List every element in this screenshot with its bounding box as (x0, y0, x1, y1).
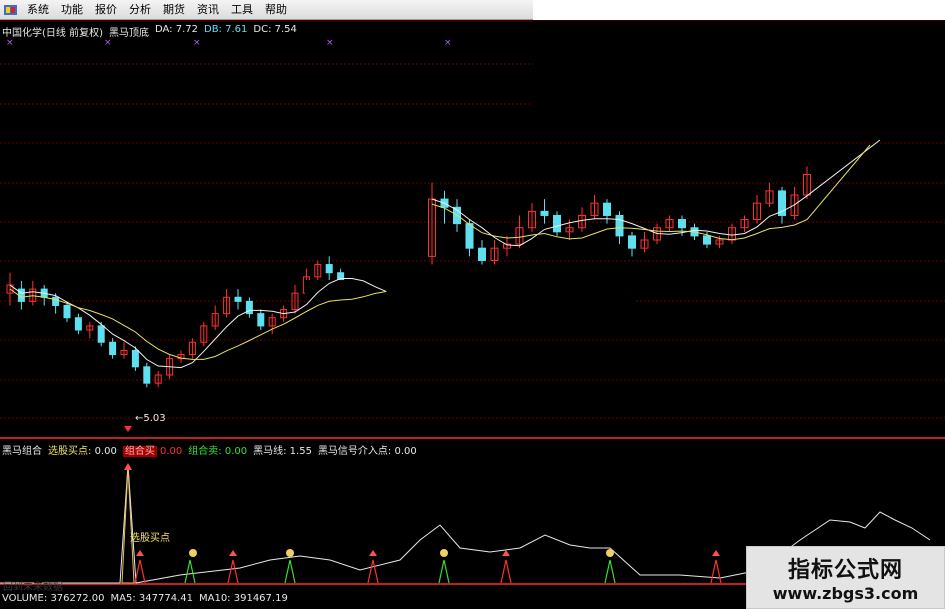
buy-signal-marker (134, 559, 146, 584)
indicator-panel-name: 黑马组合 (2, 446, 42, 457)
indicator-name: 黑马顶底 (108, 28, 149, 39)
signal-entry-value: 0.00 (394, 446, 417, 457)
occlusion-block (533, 21, 945, 141)
watermark: 指标公式网 www.zbgs3.com (746, 546, 945, 609)
occlusion-block (305, 280, 635, 328)
candle-body (603, 202, 611, 216)
coin-marker-icon (606, 549, 614, 557)
buy-point-value: 0.00 (94, 446, 117, 457)
low-price-label: ←5.03 (135, 413, 166, 424)
candle-body (478, 247, 486, 261)
buy-signal-marker (367, 559, 379, 584)
ma10-value: 391467.19 (233, 593, 288, 604)
volume-value: 376272.00 (50, 593, 105, 604)
coin-marker-icon (440, 549, 448, 557)
stock-title: 中国化学(日线 前复权) (2, 28, 103, 39)
candle-body (234, 296, 242, 302)
up-arrow-icon (124, 426, 132, 432)
ma5-value: 347774.41 (138, 593, 193, 604)
ma10-label: MA10: (198, 593, 231, 604)
up-arrow-icon (502, 550, 510, 556)
candle-body (553, 214, 561, 233)
dc-label: DC: (253, 24, 272, 35)
db-label: DB: (204, 24, 222, 35)
da-value: 7.72 (175, 24, 198, 35)
candle-body (131, 349, 139, 368)
sell-signal-marker (438, 559, 450, 584)
cross-marker-icon: × (444, 38, 452, 48)
cross-marker-icon: × (193, 38, 201, 48)
watermark-url: www.zbgs3.com (772, 584, 919, 603)
candle-body (540, 210, 549, 216)
db-value: 7.61 (225, 24, 248, 35)
black-horse-line-value: 1.55 (289, 446, 312, 457)
cross-marker-icon: × (104, 38, 112, 48)
watermark-title: 指标公式网 (787, 558, 903, 583)
candle-body (325, 264, 333, 274)
up-arrow-icon (369, 550, 377, 556)
candle-body (615, 214, 624, 237)
combo-sell-value: 0.00 (224, 446, 248, 457)
candle-body (52, 296, 60, 306)
volume-header: VOLUME: 376272.00 MA5: 347774.41 MA10: 3… (2, 593, 288, 604)
buy-signal-marker (710, 559, 722, 584)
black-horse-line-label: 黑马线: (253, 446, 287, 457)
sell-signal-marker (284, 559, 296, 584)
candle-series (6, 21, 945, 388)
candle-body (97, 325, 105, 343)
ma5-label: MA5: (110, 593, 136, 604)
buy-signal-marker (227, 559, 239, 584)
stock-chart[interactable]: × × × × × (0, 0, 945, 609)
signal-markers: × × × × × (6, 38, 452, 432)
sell-signal-marker (184, 559, 196, 584)
candle-body (465, 223, 474, 249)
candle-body (63, 304, 71, 319)
buy-point-annotation: 选股买点 (130, 533, 170, 544)
up-arrow-icon (712, 550, 720, 556)
dc-value: 7.54 (274, 24, 297, 35)
candle-body (628, 235, 636, 249)
ma-short-line (431, 139, 881, 247)
coin-marker-icon (286, 549, 294, 557)
buy-point-label: 选股买点: (48, 446, 92, 457)
faded-text: 回到未来数据 (3, 582, 63, 593)
candle-body (143, 366, 151, 384)
up-arrow-icon (136, 550, 144, 556)
combo-buy-label: 组合买 (122, 446, 157, 457)
ma-long-line (431, 144, 871, 241)
da-label: DA: (154, 24, 173, 35)
up-arrow-icon (229, 550, 237, 556)
combo-sell-label: 组合卖: (188, 446, 222, 457)
candle-body (678, 219, 686, 229)
volume-label: VOLUME: (2, 593, 48, 604)
coin-marker-icon (189, 549, 197, 557)
combo-buy-value: 0.00 (160, 446, 183, 457)
cross-marker-icon: × (326, 38, 334, 48)
candle-body (703, 235, 711, 245)
cross-marker-icon: × (6, 38, 14, 48)
candle-body (109, 341, 117, 356)
buy-signal-marker (500, 559, 512, 584)
indicator-header: 黑马组合 选股买点: 0.00 组合买 0.00 组合卖: 0.00 黑马线: … (2, 442, 417, 457)
up-arrow-icon (124, 463, 132, 470)
moving-average-lines (9, 139, 881, 369)
candle-body (74, 317, 82, 331)
signal-entry-label: 黑马信号介入点: (317, 446, 392, 457)
main-chart-header: 中国化学(日线 前复权) 黑马顶底 DA: 7.72 DB: 7.61 DC: … (2, 24, 297, 39)
candle-body (257, 313, 265, 327)
sell-signal-marker (604, 559, 616, 584)
